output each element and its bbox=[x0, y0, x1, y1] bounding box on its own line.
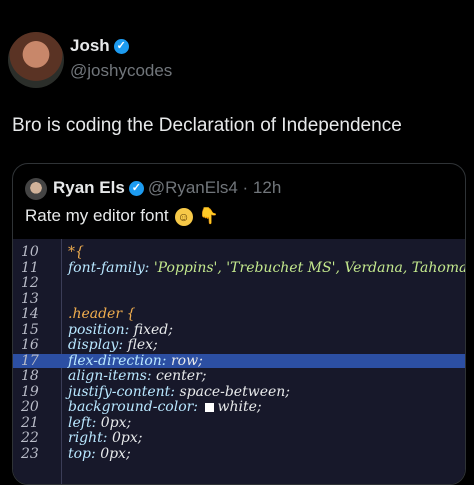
code-text: font-family: 'Poppins', 'Trebuchet MS', … bbox=[68, 259, 465, 276]
line-number: 10 bbox=[21, 244, 39, 260]
editor-line: 23 top: 0px; bbox=[13, 447, 465, 461]
verified-badge-icon: ✓ bbox=[128, 181, 144, 197]
line-number: 11 bbox=[21, 259, 39, 276]
post-author-handle[interactable]: @joshycodes bbox=[70, 61, 172, 81]
post-avatar[interactable] bbox=[8, 32, 64, 88]
line-number: 16 bbox=[21, 337, 39, 353]
editor-line: 18 align-items: center; bbox=[13, 369, 465, 383]
editor-line: 16 display: flex; bbox=[13, 338, 465, 352]
code-text: position: fixed; bbox=[68, 321, 173, 338]
code-text: display: flex; bbox=[68, 337, 158, 353]
line-number: 17 bbox=[21, 352, 39, 369]
line-number: 23 bbox=[21, 445, 39, 462]
editor-line: 22 right: 0px; bbox=[13, 431, 465, 445]
editor-line: 13 bbox=[13, 292, 465, 306]
quote-author[interactable]: Ryan Els ✓ @RyanEls4 · 12h bbox=[53, 178, 281, 198]
code-text: align-items: center; bbox=[68, 368, 207, 384]
nerd-face-emoji-icon: ☺ bbox=[174, 207, 193, 226]
line-number: 18 bbox=[21, 368, 39, 384]
editor-line: 17 flex-direction: row; bbox=[13, 352, 465, 369]
quote-text-body: Rate my editor font bbox=[25, 206, 169, 225]
code-text: *{ bbox=[68, 244, 84, 260]
pointing-down-emoji-icon: 👇 bbox=[198, 207, 219, 225]
quote-avatar[interactable] bbox=[25, 178, 47, 200]
quoted-post[interactable]: Ryan Els ✓ @RyanEls4 · 12h Rate my editor … bbox=[12, 163, 466, 485]
quote-author-handle: @RyanEls4 · 12h bbox=[147, 178, 282, 197]
code-text: background-color: white; bbox=[68, 399, 262, 415]
line-number: 20 bbox=[21, 399, 39, 415]
line-number: 22 bbox=[21, 430, 39, 446]
editor-line: 21 left: 0px; bbox=[13, 416, 465, 430]
code-text: right: 0px; bbox=[68, 430, 143, 446]
line-number: 13 bbox=[21, 290, 39, 307]
editor-line: 12 bbox=[13, 276, 465, 290]
line-number: 19 bbox=[21, 383, 39, 400]
editor-line: 14 .header { bbox=[13, 307, 465, 321]
editor-line: 20 background-color: white; bbox=[13, 400, 465, 414]
editor-line: 10 *{ bbox=[13, 245, 465, 259]
code-text: left: 0px; bbox=[68, 414, 132, 431]
editor-line: 19 justify-content: space-between; bbox=[13, 385, 465, 399]
code-text: flex-direction: row; bbox=[68, 352, 203, 369]
quote-text: Rate my editor font ☺ 👇 bbox=[25, 206, 219, 226]
verified-badge-icon: ✓ bbox=[113, 39, 129, 55]
post-author-name[interactable]: Josh ✓ bbox=[70, 36, 129, 56]
line-number: 21 bbox=[21, 414, 39, 431]
post-text: Bro is coding the Declaration of Indepen… bbox=[12, 115, 402, 136]
line-number: 15 bbox=[21, 321, 39, 338]
line-number: 12 bbox=[21, 275, 39, 291]
editor-line: 11 font-family: 'Poppins', 'Trebuchet MS'… bbox=[13, 261, 465, 275]
code-text: top: 0px; bbox=[68, 445, 131, 462]
line-number: 14 bbox=[21, 306, 39, 322]
color-swatch bbox=[205, 402, 215, 412]
editor-line: 15 position: fixed; bbox=[13, 323, 465, 337]
code-editor-image: 10 *{ 11 font-family: 'Poppins', 'Trebuchet… bbox=[13, 239, 465, 484]
code-text: justify-content: space-between; bbox=[68, 383, 290, 400]
quote-author-name: Ryan Els bbox=[53, 178, 125, 197]
code-text: .header { bbox=[68, 306, 136, 322]
